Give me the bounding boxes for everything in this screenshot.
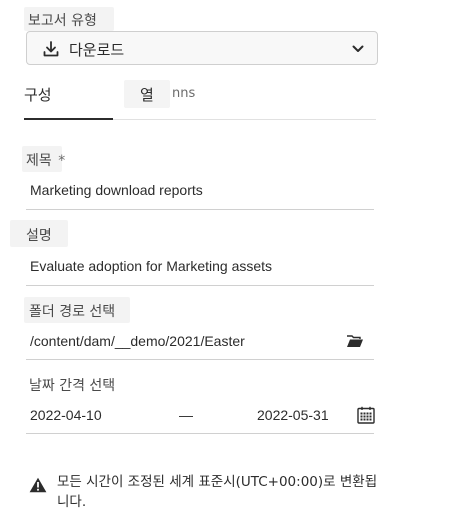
calendar-icon[interactable] [357,406,375,424]
description-label: 설명 [26,228,52,244]
folder-path-label: 폴더 경로 선택 [29,304,116,320]
folder-open-icon[interactable] [346,334,364,348]
folder-path-underline [26,359,374,360]
chevron-down-icon [352,45,364,52]
title-label-text: 제목 [26,153,52,169]
download-icon [43,41,59,57]
tab-divider [113,119,376,120]
title-label: 제목 * [26,150,65,170]
tab-overflow-text: nns [172,86,196,101]
title-input[interactable]: Marketing download reports [30,182,203,198]
report-type-label: 보고서 유형 [28,13,97,29]
date-end-input[interactable]: 2022-05-31 [257,407,329,423]
folder-path-input[interactable]: /content/dam/__demo/2021/Easter [30,333,245,349]
date-range-label: 날짜 간격 선택 [29,378,116,394]
utc-notice-text: 모든 시간이 조정된 세계 표준시(UTC+00:00)로 변환됩니다. [57,474,378,510]
date-range-underline [26,433,374,434]
required-marker: * [58,153,66,169]
tab-selected-indicator [24,118,113,120]
tab-columns[interactable]: 열 [140,84,154,105]
report-type-value: 다운로드 [69,41,125,59]
description-input-underline [26,285,374,286]
report-type-dropdown[interactable]: 다운로드 [26,31,378,65]
tab-configuration[interactable]: 구성 [24,84,52,105]
date-range-separator: — [179,407,193,423]
date-start-input[interactable]: 2022-04-10 [30,407,102,423]
alert-triangle-icon [29,477,47,493]
title-input-underline [26,209,374,210]
description-input[interactable]: Evaluate adoption for Marketing assets [30,258,272,274]
